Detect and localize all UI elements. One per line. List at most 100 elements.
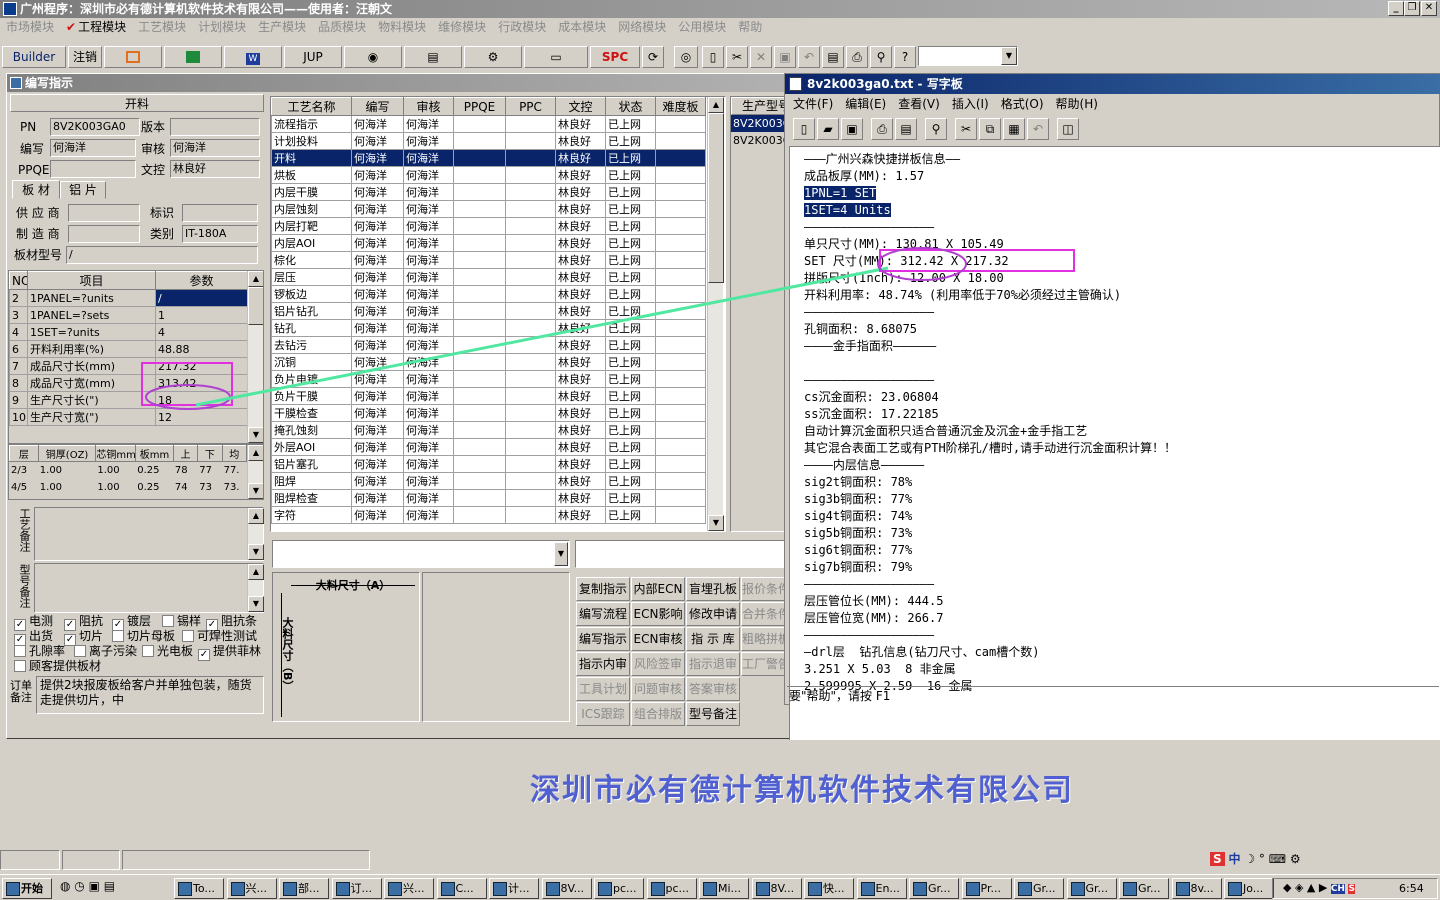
menu-item[interactable]: 帮助 <box>732 18 768 36</box>
process-row[interactable]: 内层干膜 何海洋 何海洋 林良好 已上网 <box>271 183 706 201</box>
menu-item[interactable]: 行政模块 <box>492 18 552 36</box>
checkbox-box[interactable] <box>14 660 26 672</box>
version-field[interactable] <box>170 118 260 136</box>
taskbar-button[interactable]: 8V... <box>541 878 592 899</box>
action-button[interactable]: 报价条件 <box>741 577 789 601</box>
scroll-up-icon[interactable]: ▲ <box>248 445 263 461</box>
undo-icon[interactable]: ↶ <box>798 46 820 68</box>
menu-item[interactable]: 品质模块 <box>312 18 372 36</box>
taskbar-button[interactable]: Gr... <box>1014 878 1064 899</box>
action-button[interactable]: 问题审核 <box>631 677 685 701</box>
menu-item[interactable]: 工艺模块 <box>132 18 192 36</box>
process-row[interactable]: 铝片钻孔 何海洋 何海洋 林良好 已上网 <box>271 302 706 320</box>
process-row[interactable]: 锣板边 何海洋 何海洋 林良好 已上网 <box>271 285 706 303</box>
process-row[interactable]: 开料 何海洋 何海洋 林良好 已上网 <box>271 149 706 167</box>
process-col[interactable]: 文控 <box>555 97 606 116</box>
excel-icon[interactable] <box>164 46 222 68</box>
action-button[interactable]: 风险签审 <box>631 652 685 676</box>
datetime-icon[interactable]: ◫ <box>1057 118 1079 140</box>
checkbox-box[interactable] <box>162 615 174 627</box>
doc-control-field[interactable]: 林良好 <box>170 160 260 178</box>
restore-button[interactable]: ❐ <box>1404 1 1420 16</box>
notepad-menu-item[interactable]: 帮助(H) <box>1050 95 1104 113</box>
find-icon[interactable]: ⚲ <box>870 46 892 68</box>
param-row[interactable]: 7 成品尺寸长(mm) 217.32 <box>9 357 248 375</box>
scroll-down-icon[interactable]: ▼ <box>248 596 264 612</box>
menu-item[interactable]: 市场模块 <box>0 18 60 36</box>
ppqe-field[interactable] <box>50 160 136 178</box>
new-icon[interactable]: ▯ <box>793 118 815 140</box>
chevron-down-icon[interactable]: ▼ <box>1001 47 1017 65</box>
taskbar-button[interactable]: 8V... <box>751 878 802 899</box>
process-col[interactable]: 审核 <box>403 97 454 116</box>
taskbar-button[interactable]: En... <box>856 878 907 899</box>
param-row[interactable]: 10 生产尺寸宽(") 12 <box>9 408 248 426</box>
process-row[interactable]: 铝片塞孔 何海洋 何海洋 林良好 已上网 <box>271 455 706 473</box>
process-row[interactable]: 阻焊检查 何海洋 何海洋 林良好 已上网 <box>271 489 706 507</box>
action-button[interactable]: 答案审核 <box>686 677 740 701</box>
action-button[interactable]: 盲埋孔板 <box>686 577 740 601</box>
quick-launch[interactable]: ◍ ◷ ▣ ▤ <box>60 879 170 899</box>
param-value[interactable]: 48.88 <box>155 340 248 358</box>
taskbar-button[interactable]: 订... <box>331 878 382 899</box>
notepad-menu-item[interactable]: 查看(V) <box>892 95 946 113</box>
process-row[interactable]: 烘板 何海洋 何海洋 林良好 已上网 <box>271 166 706 184</box>
category-field[interactable]: IT-180A <box>182 225 258 243</box>
taskbar-button[interactable]: pc... <box>646 878 697 899</box>
layers-scrollbar[interactable]: ▲ ▼ <box>247 445 263 499</box>
notepad-text-area[interactable]: ———广州兴森快捷拼板信息—— 成品板厚(MM): 1.57 1PNL=1 SET 1… <box>789 146 1440 756</box>
cut-icon[interactable]: ✂ <box>726 46 748 68</box>
param-row[interactable]: 4 1SET=?units 4 <box>9 323 248 341</box>
param-row[interactable]: 6 开料利用率(%) 48.88 <box>9 340 248 358</box>
model-item[interactable]: 8V2K003G <box>731 115 785 132</box>
scroll-thumb[interactable] <box>248 287 263 325</box>
chevron-down-icon[interactable]: ▼ <box>554 542 568 566</box>
param-value[interactable]: 313.42 <box>155 374 248 392</box>
process-row[interactable]: 负片干膜 何海洋 何海洋 林良好 已上网 <box>271 387 706 405</box>
process-combo[interactable]: ▼ <box>272 540 570 568</box>
manufacturer-field[interactable] <box>68 225 140 243</box>
save-icon[interactable]: ▣ <box>841 118 863 140</box>
action-button[interactable]: 复制指示 <box>576 577 630 601</box>
process-col[interactable]: PPC <box>505 97 556 116</box>
process-row[interactable]: 内层AOI 何海洋 何海洋 林良好 已上网 <box>271 234 706 252</box>
notepad-menu-item[interactable]: 文件(F) <box>787 95 839 113</box>
close-button[interactable]: ✕ <box>1421 1 1437 16</box>
notepad-menu-item[interactable]: 插入(I) <box>946 95 995 113</box>
process-row[interactable]: 外层AOI 何海洋 何海洋 林良好 已上网 <box>271 438 706 456</box>
action-button[interactable]: 组合排版 <box>631 702 685 726</box>
action-button[interactable]: 指 示 库 <box>686 627 740 651</box>
process-row[interactable]: 干膜检查 何海洋 何海洋 林良好 已上网 <box>271 404 706 422</box>
network-icon[interactable]: ⚙ <box>464 46 522 68</box>
undo-icon[interactable]: ↶ <box>1027 118 1049 140</box>
taskbar-button[interactable]: Mi... <box>699 878 749 899</box>
menu-item[interactable]: 成本模块 <box>552 18 612 36</box>
paste-icon[interactable]: ▦ <box>1003 118 1025 140</box>
action-button[interactable]: 编写流程 <box>576 602 630 626</box>
process-col[interactable]: 编写 <box>351 97 404 116</box>
checkbox[interactable]: 孔隙率 <box>14 644 65 658</box>
print-icon[interactable]: ⎙ <box>871 118 893 140</box>
action-button[interactable]: 工具计划 <box>576 677 630 701</box>
taskbar-button[interactable]: 快... <box>804 878 854 899</box>
tab-board[interactable]: 板 材 <box>12 180 60 199</box>
process-row[interactable]: 钻孔 何海洋 何海洋 林良好 已上网 <box>271 319 706 337</box>
process-row[interactable]: 内层蚀刻 何海洋 何海洋 林良好 已上网 <box>271 200 706 218</box>
find-icon[interactable]: ⚲ <box>925 118 947 140</box>
action-button[interactable]: ECN审核 <box>631 627 685 651</box>
supplier-field[interactable] <box>68 204 140 222</box>
process-row[interactable]: 流程指示 何海洋 何海洋 林良好 已上网 <box>271 115 706 133</box>
cut-icon[interactable]: ✂ <box>955 118 977 140</box>
scroll-up-icon[interactable]: ▲ <box>248 564 264 580</box>
preview-icon[interactable]: ▤ <box>895 118 917 140</box>
param-value[interactable]: 18 <box>155 391 248 409</box>
page-icon[interactable]: ▤ <box>822 46 844 68</box>
tab-aluminum[interactable]: 铝 片 <box>60 181 106 199</box>
checkbox-box[interactable] <box>182 630 194 642</box>
process-row[interactable]: 去钻污 何海洋 何海洋 林良好 已上网 <box>271 336 706 354</box>
pn-field[interactable]: 8V2K003GA0 <box>50 118 140 136</box>
action-button[interactable]: 内部ECN <box>631 577 685 601</box>
taskbar-button[interactable]: 计... <box>489 878 539 899</box>
scroll-down-icon[interactable]: ▼ <box>248 483 263 499</box>
scroll-down-icon[interactable]: ▼ <box>708 515 724 531</box>
